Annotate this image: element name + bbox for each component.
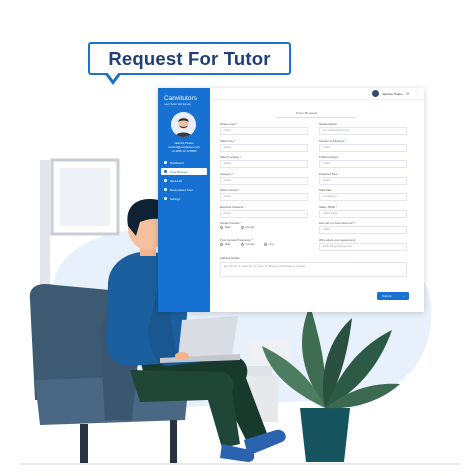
lab-icon [164, 179, 167, 182]
topbar-user-name[interactable]: Jatindra Thaker [382, 92, 403, 96]
address-label: Address Details [220, 256, 240, 260]
submit-button[interactable]: Submit → [377, 292, 409, 300]
student-gender-field: Student Gender * Male Female [220, 221, 308, 238]
sidebar-item-bookmarked-tutor[interactable]: Bookmarked Tutor [161, 186, 207, 193]
requirement-input[interactable]: Enter Requirements Here [319, 242, 407, 251]
form-title: Tutor Request [296, 111, 318, 115]
field-label: Select City * [220, 138, 236, 143]
submit-label: Submit [382, 294, 392, 298]
tutor-gender-field: Tutor Gender Preference * Male Female An… [220, 238, 308, 255]
field-label: Grade Level * [220, 122, 238, 126]
field-label: Select Course * [220, 188, 240, 192]
form-field: How did you hear about us? * Select [319, 221, 407, 238]
field-label: Tutor Gender Preference * [220, 237, 253, 242]
logo-text: Canvitutors [164, 95, 197, 102]
student-name-input[interactable]: E.g. Shahid Mehmood [319, 127, 407, 135]
sidebar-item-label: Hindi Lab [170, 178, 182, 183]
address-textarea[interactable]: Eg. Plot No. 4, Street No. 34, Near the … [220, 262, 407, 277]
form-field: Number of Students * Select [319, 139, 407, 156]
form-field: Salary (PKR) * Select salary [319, 205, 407, 222]
sidebar: Canvitutors Learn Better with Experts Ja… [158, 88, 210, 312]
app-logo[interactable]: Canvitutors Learn Better with Experts [164, 95, 197, 106]
bubble-title: Request For Tutor [108, 47, 271, 69]
field-label: Student Gender * [220, 221, 242, 225]
user-info: Jatindra Thaker student@canvitutors.com … [158, 141, 210, 153]
form-field: Select Course * Select [220, 188, 308, 205]
salary-select[interactable]: Select salary [319, 209, 407, 218]
field-label: Student Name [319, 122, 337, 126]
city-select[interactable]: Select [220, 143, 308, 152]
illustration-stage: Request For Tutor Canvitutors Learn Bett… [0, 0, 476, 476]
field-label: Salary (PKR) * [319, 204, 338, 209]
form-field: Category * Select [220, 172, 308, 189]
form-right-column: Student Name E.g. Shahid Mehmood Number o… [319, 122, 407, 254]
sidebar-item-settings[interactable]: Settings [161, 195, 207, 202]
start-date-input[interactable]: mm/dd/yyyy [319, 193, 407, 201]
grade-level-select[interactable]: Select [220, 127, 308, 135]
tutor-gender-male-radio[interactable]: Male [220, 242, 231, 246]
tutor-request-icon [164, 170, 167, 173]
tutor-gender-any-radio[interactable]: Any [264, 242, 274, 246]
form-field: Student Name E.g. Shahid Mehmood [319, 122, 407, 139]
field-label: Preferred Days [319, 155, 338, 159]
bell-icon[interactable]: ⚙ [406, 91, 410, 96]
form-field: Required Students * Select [220, 205, 308, 222]
logo-subtitle: Learn Better with Experts [164, 103, 191, 106]
sidebar-item-label: Dashboard [170, 160, 184, 165]
field-label: Select Location * [220, 155, 241, 159]
tutor-gender-female-radio[interactable]: Female [240, 242, 254, 246]
location-select[interactable]: Select [220, 160, 308, 168]
form-field: Select Location * Select [220, 155, 308, 172]
form-left-column: Grade Level * Select Select City * Select … [220, 122, 308, 254]
field-label: Write about your requirement [319, 237, 356, 242]
sidebar-item-tutor-request[interactable]: Tutor Request [161, 168, 207, 175]
bubble-tail-inner [107, 72, 119, 80]
user-avatar [171, 112, 196, 137]
sidebar-item-hindi-lab[interactable]: Hindi Lab [161, 177, 207, 184]
sidebar-item-label: Settings [170, 196, 181, 201]
sidebar-item-label: Tutor Request [170, 169, 188, 174]
top-bar: Jatindra Thaker ⚙ ⋮ [210, 88, 424, 100]
referral-select[interactable]: Select [319, 226, 407, 234]
form-title-underline [276, 117, 356, 118]
dashboard-icon [164, 161, 167, 164]
form-field: Preferred Days Select [319, 155, 407, 172]
preferred-time-select[interactable]: Select [319, 176, 407, 185]
field-label: Required Students * [220, 204, 246, 209]
sidebar-item-label: Bookmarked Tutor [170, 187, 193, 192]
app-window: Canvitutors Learn Better with Experts Ja… [158, 88, 424, 312]
preferred-days-select[interactable]: Select [319, 160, 407, 168]
number-of-students-select[interactable]: Select [319, 143, 407, 152]
sidebar-item-dashboard[interactable]: Dashboard [161, 159, 207, 166]
form-field: Start Date mm/dd/yyyy [319, 188, 407, 205]
student-gender-female-radio[interactable]: Female [240, 226, 254, 229]
bookmark-icon [164, 188, 167, 191]
topbar-avatar[interactable] [372, 90, 379, 97]
required-students-select[interactable]: Select [220, 209, 308, 218]
field-label: Category * [220, 171, 234, 176]
user-avatar-icon [171, 112, 196, 137]
course-select[interactable]: Select [220, 193, 308, 201]
main-content: Jatindra Thaker ⚙ ⋮ Tutor Request Grade … [210, 88, 424, 312]
settings-icon[interactable]: ⋮ [415, 91, 419, 96]
settings-icon [164, 197, 167, 200]
form-field: Write about your requirement Enter Requir… [319, 238, 407, 255]
form-field: Select City * Select [220, 139, 308, 156]
form-field: Preferred Time Select [319, 172, 407, 189]
field-label: How did you hear about us? * [319, 221, 356, 225]
user-phone: +1 6256 12 12 8965 [171, 149, 197, 153]
field-label: Start Date [319, 188, 332, 192]
field-label: Preferred Time [319, 171, 338, 176]
field-label: Number of Students * [319, 138, 346, 143]
category-select[interactable]: Select [220, 176, 308, 185]
request-for-tutor-bubble: Request For Tutor [88, 42, 291, 75]
arrow-right-icon: → [402, 294, 405, 298]
form-field: Grade Level * Select [220, 122, 308, 139]
student-gender-male-radio[interactable]: Male [220, 226, 231, 229]
sidebar-nav: Dashboard Tutor Request Hindi Lab Bookma… [161, 159, 207, 204]
